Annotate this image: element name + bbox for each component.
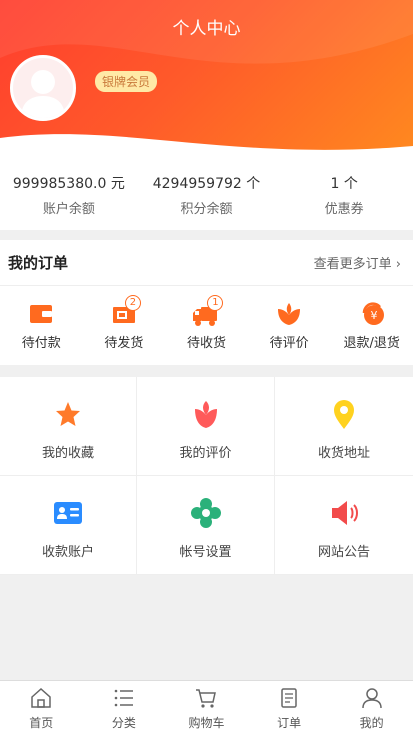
- avatar[interactable]: [10, 55, 76, 121]
- my-orders-section: 我的订单 查看更多订单 › 待付款 2 待发货 1 待收货 待评价 ¥ 退款/退…: [0, 240, 413, 365]
- menu-account-settings[interactable]: 帐号设置: [137, 476, 275, 575]
- page-title: 个人中心: [172, 19, 241, 39]
- list-icon: [112, 687, 136, 709]
- order-status-row: 待付款 2 待发货 1 待收货 待评价 ¥ 退款/退货: [0, 286, 413, 365]
- menu-site-announcement[interactable]: 网站公告: [275, 476, 413, 575]
- stat-points[interactable]: 4294959792 个 积分余额: [138, 162, 276, 230]
- tab-category[interactable]: 分类: [83, 681, 166, 739]
- tab-label: 购物车: [188, 716, 225, 730]
- tulip-icon: [190, 398, 222, 430]
- order-status-pending-shipment[interactable]: 2 待发货: [83, 286, 166, 365]
- menu-my-favorites[interactable]: 我的收藏: [0, 377, 137, 476]
- star-icon: [52, 398, 84, 430]
- stat-coupons[interactable]: 1 个 优惠券: [275, 162, 413, 230]
- menu-label: 我的评价: [179, 446, 232, 461]
- pending-shipment-count-badge: 2: [124, 295, 141, 311]
- order-status-label: 退款/退货: [343, 336, 400, 351]
- profile-header: 个人中心 银牌会员: [0, 0, 413, 162]
- menu-label: 收货地址: [317, 446, 370, 461]
- tab-home[interactable]: 首页: [0, 681, 83, 739]
- tab-label: 分类: [111, 716, 136, 730]
- order-status-label: 待收货: [186, 336, 226, 351]
- user-icon: [360, 687, 384, 709]
- settings-flower-icon: [190, 497, 222, 529]
- member-level-badge: 银牌会员: [95, 71, 158, 92]
- menu-label: 我的收藏: [41, 446, 94, 461]
- orders-title: 我的订单: [8, 254, 69, 272]
- tab-label: 我的: [359, 716, 384, 730]
- home-icon: [29, 687, 53, 709]
- megaphone-icon: [328, 497, 360, 529]
- function-menu-grid: 我的收藏 我的评价 收货地址 收款账户 帐号设置 网站公告: [0, 377, 413, 575]
- menu-label: 收款账户: [41, 545, 94, 560]
- tab-mine[interactable]: 我的: [330, 681, 413, 739]
- order-status-refund[interactable]: ¥ 退款/退货: [330, 286, 413, 365]
- tab-orders[interactable]: 订单: [248, 681, 331, 739]
- order-status-pending-receipt[interactable]: 1 待收货: [165, 286, 248, 365]
- bottom-tab-bar: 首页 分类 购物车 订单 我的: [0, 680, 413, 739]
- menu-payment-account[interactable]: 收款账户: [0, 476, 137, 575]
- account-stats: 999985380.0 元 账户余额 4294959792 个 积分余额 1 个…: [0, 162, 413, 230]
- stat-balance[interactable]: 999985380.0 元 账户余额: [0, 162, 138, 230]
- tab-label: 首页: [29, 716, 54, 730]
- order-status-label: 待发货: [104, 336, 144, 351]
- wallet-icon: [24, 299, 58, 329]
- order-status-pending-payment[interactable]: 待付款: [0, 286, 83, 365]
- order-status-label: 待付款: [21, 336, 61, 351]
- cart-icon: [194, 687, 218, 709]
- user-avatar-icon: [21, 70, 65, 118]
- location-pin-icon: [328, 398, 360, 430]
- stat-value: 4294959792 个: [152, 176, 261, 192]
- stat-value: 1 个: [330, 176, 358, 192]
- truck-icon: 1: [189, 295, 224, 329]
- package-icon: 2: [107, 295, 141, 329]
- order-status-pending-review[interactable]: 待评价: [248, 286, 331, 365]
- view-more-orders-link[interactable]: 查看更多订单 ›: [314, 253, 401, 272]
- refund-icon: ¥: [355, 299, 389, 329]
- stat-label: 优惠券: [324, 202, 364, 217]
- stat-label: 积分余额: [180, 202, 233, 217]
- stat-label: 账户余额: [42, 202, 95, 217]
- tab-cart[interactable]: 购物车: [165, 681, 248, 739]
- order-icon: [277, 687, 301, 709]
- stat-value: 999985380.0 元: [12, 176, 125, 192]
- svg-text:¥: ¥: [370, 309, 377, 322]
- menu-label: 帐号设置: [179, 545, 232, 560]
- menu-my-reviews[interactable]: 我的评价: [137, 377, 275, 476]
- id-card-icon: [52, 497, 84, 529]
- order-status-label: 待评价: [269, 336, 309, 351]
- tab-label: 订单: [277, 716, 302, 730]
- menu-label: 网站公告: [317, 545, 370, 560]
- orders-header: 我的订单 查看更多订单 ›: [0, 240, 413, 286]
- menu-shipping-address[interactable]: 收货地址: [275, 377, 413, 476]
- flower-icon: [272, 299, 306, 329]
